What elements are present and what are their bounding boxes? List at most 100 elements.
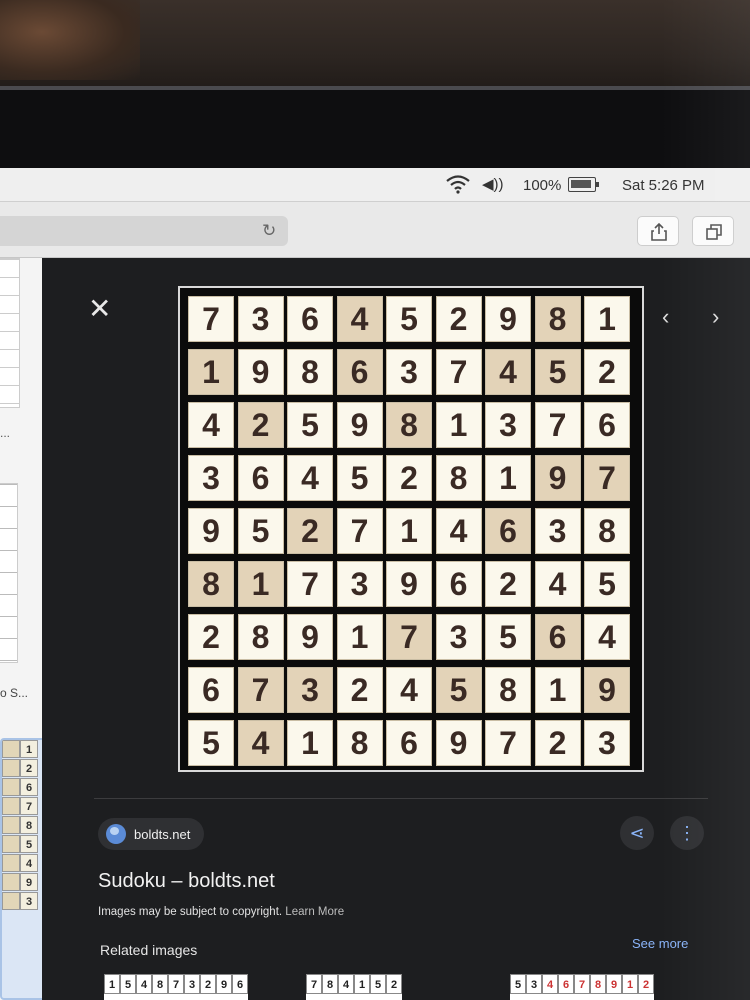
- mini-grid-cell: [2, 797, 20, 815]
- reload-icon[interactable]: ↻: [262, 222, 280, 240]
- related-grid-cell: 4: [542, 974, 558, 994]
- sudoku-cell: 4: [188, 402, 234, 448]
- sudoku-cell: 2: [534, 720, 581, 766]
- sudoku-cell: 3: [386, 349, 432, 395]
- related-grid-cell: 1: [104, 974, 120, 994]
- result-thumbnail[interactable]: [0, 483, 18, 663]
- mini-grid-cell: [2, 740, 20, 758]
- learn-more-link[interactable]: Learn More: [285, 906, 344, 918]
- sudoku-cell: 3: [534, 508, 581, 554]
- source-site-chip[interactable]: boldts.net: [98, 818, 205, 850]
- image-viewer-panel: ✕ ‹ › 7364529811986374524259813763645281…: [42, 258, 750, 1000]
- related-grid-cell: 5: [510, 974, 526, 994]
- sudoku-cell: 6: [584, 402, 630, 448]
- copyright-text: Images may be subject to copyright.: [98, 906, 283, 918]
- sudoku-cell: 1: [336, 614, 383, 660]
- sudoku-cell: 7: [237, 667, 284, 713]
- result-thumbnail[interactable]: [0, 258, 20, 408]
- sudoku-cell: 7: [534, 402, 581, 448]
- related-grid-cell: 6: [558, 974, 574, 994]
- related-grid-cell: 6: [232, 974, 248, 994]
- sudoku-cell: 2: [435, 296, 482, 342]
- volume-icon[interactable]: ◀)): [482, 175, 504, 193]
- share-icon[interactable]: ⋖: [620, 816, 654, 850]
- sudoku-cell: 7: [386, 614, 432, 660]
- chevron-left-icon[interactable]: ‹: [662, 304, 669, 330]
- sudoku-cell: 8: [534, 296, 581, 342]
- room-background: [0, 0, 750, 95]
- sudoku-cell: 3: [188, 455, 234, 501]
- result-caption[interactable]: o S...: [0, 686, 28, 700]
- tabs-icon: [706, 224, 722, 240]
- related-image-thumbnail[interactable]: 154873296: [104, 974, 248, 1000]
- sudoku-cell: 7: [584, 455, 630, 501]
- related-grid-cell: 7: [168, 974, 184, 994]
- mini-grid-cell: 2: [20, 759, 38, 777]
- sudoku-cell: 1: [386, 508, 432, 554]
- related-grid-cell: 3: [184, 974, 200, 994]
- sudoku-cell: 6: [237, 455, 284, 501]
- sudoku-grid: 7364529811986374524259813763645281979527…: [188, 296, 630, 766]
- mini-grid-cell: 7: [20, 797, 38, 815]
- show-tabs-button[interactable]: [692, 216, 734, 246]
- more-options-icon[interactable]: ⋮: [670, 816, 704, 850]
- mini-grid-row: 5: [2, 835, 46, 854]
- mini-grid-cell: [2, 854, 20, 872]
- sudoku-cell: 3: [435, 614, 482, 660]
- related-grid-cell: 9: [216, 974, 232, 994]
- battery-charging-icon[interactable]: [568, 177, 599, 192]
- close-icon[interactable]: ✕: [88, 295, 111, 323]
- sudoku-cell: 9: [188, 508, 234, 554]
- related-image-thumbnail[interactable]: 534678912: [510, 974, 654, 1000]
- mini-grid-cell: 6: [20, 778, 38, 796]
- mini-grid-row: 3: [2, 892, 46, 911]
- sudoku-cell: 5: [188, 720, 234, 766]
- sudoku-cell: 8: [485, 667, 531, 713]
- mini-grid-cell: [2, 778, 20, 796]
- menu-clock[interactable]: Sat 5:26 PM: [622, 177, 705, 194]
- mini-grid-cell: [2, 835, 20, 853]
- mini-grid-row: 2: [2, 759, 46, 778]
- sudoku-cell: 4: [287, 455, 333, 501]
- sudoku-cell: 1: [188, 349, 234, 395]
- mini-grid-cell: 9: [20, 873, 38, 891]
- photo-of-screen: ◀)) 100% Sat 5:26 PM ↻ ... o S... 126785…: [0, 0, 750, 1000]
- sudoku-cell: 4: [336, 296, 383, 342]
- mini-grid-cell: [2, 816, 20, 834]
- selected-result-thumbnail[interactable]: 126785493: [0, 738, 48, 1000]
- sudoku-cell: 6: [485, 508, 531, 554]
- related-image-thumbnail[interactable]: 784152: [306, 974, 402, 1000]
- sudoku-cell: 3: [485, 402, 531, 448]
- sudoku-cell: 8: [386, 402, 432, 448]
- related-grid-cell: 1: [622, 974, 638, 994]
- related-grid-cell: 4: [338, 974, 354, 994]
- wifi-icon[interactable]: [445, 174, 471, 194]
- mini-grid-row: 8: [2, 816, 46, 835]
- sudoku-cell: 7: [287, 561, 333, 607]
- see-more-link[interactable]: See more: [632, 936, 688, 951]
- sudoku-cell: 4: [237, 720, 284, 766]
- related-grid-cell: 8: [322, 974, 338, 994]
- sudoku-cell: 3: [336, 561, 383, 607]
- sudoku-cell: 9: [237, 349, 284, 395]
- sudoku-cell: 4: [386, 667, 432, 713]
- sudoku-image[interactable]: 7364529811986374524259813763645281979527…: [178, 286, 644, 772]
- mini-grid-cell: 8: [20, 816, 38, 834]
- sudoku-cell: 7: [435, 349, 482, 395]
- related-grid-cell: 7: [574, 974, 590, 994]
- image-title[interactable]: Sudoku – boldts.net: [98, 870, 275, 893]
- monitor-bezel: [0, 90, 750, 170]
- related-grid-cell: 3: [526, 974, 542, 994]
- sudoku-cell: 8: [237, 614, 284, 660]
- address-bar[interactable]: [0, 216, 288, 246]
- sudoku-cell: 2: [386, 455, 432, 501]
- share-button[interactable]: [637, 216, 679, 246]
- mini-grid-cell: [2, 759, 20, 777]
- sudoku-cell: 1: [435, 402, 482, 448]
- chevron-right-icon[interactable]: ›: [712, 304, 719, 330]
- sudoku-cell: 9: [485, 296, 531, 342]
- result-caption-ellipsis: ...: [0, 426, 11, 440]
- sudoku-cell: 1: [287, 720, 333, 766]
- related-grid-cell: 4: [136, 974, 152, 994]
- sudoku-cell: 8: [188, 561, 234, 607]
